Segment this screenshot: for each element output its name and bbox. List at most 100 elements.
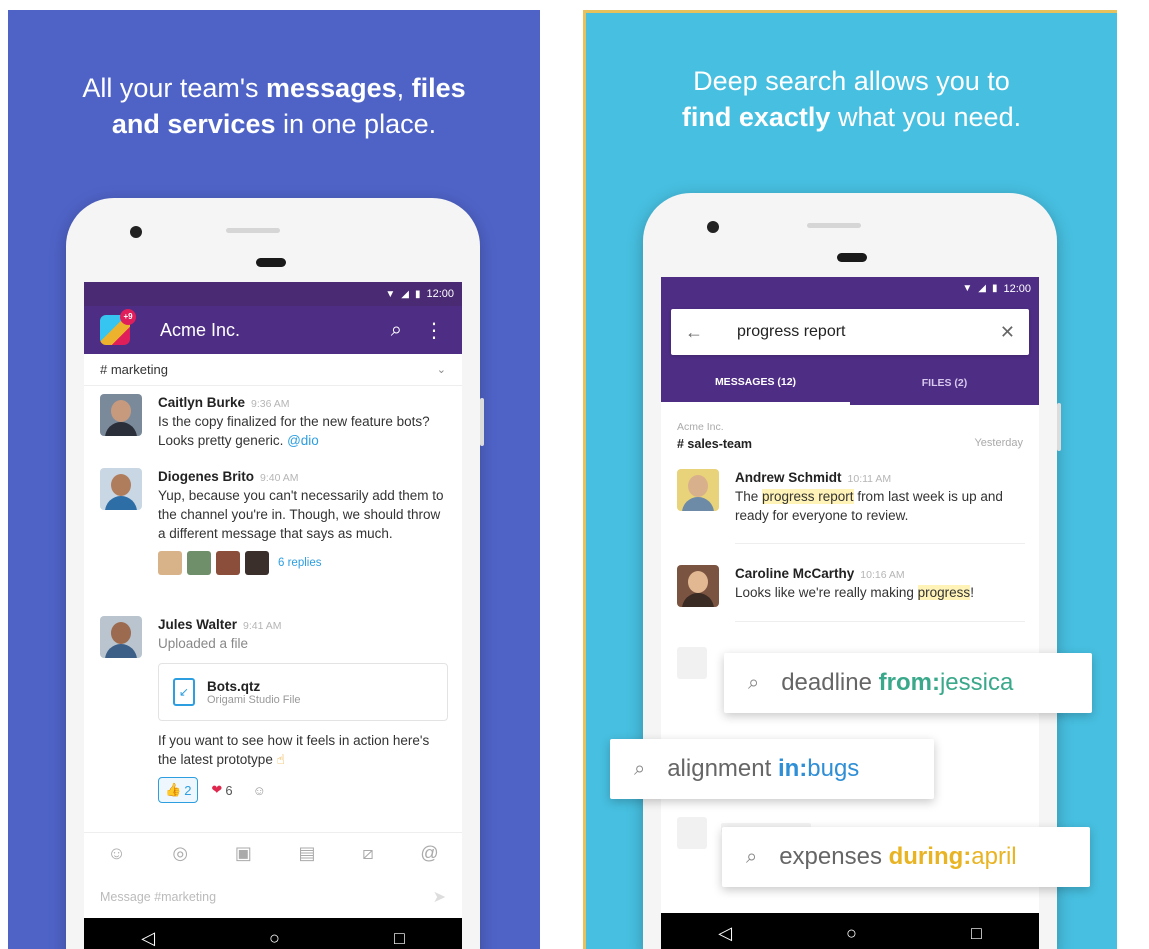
file-icon[interactable]: ▤ — [299, 843, 316, 864]
speaker-slot — [226, 228, 280, 233]
result-date: Yesterday — [974, 437, 1023, 449]
thumbs-up-icon: 👍 — [165, 782, 182, 797]
photo-icon[interactable]: ▣ — [235, 843, 252, 864]
team-name: Acme Inc. — [160, 319, 241, 340]
signal-icon: ◢ — [978, 283, 986, 294]
add-reaction-button[interactable]: ☺ — [246, 777, 273, 803]
recents-icon[interactable]: □ — [971, 923, 982, 944]
left-phone-frame: ▼ ◢ ▮ 12:00 +9 Acme Inc. ⌕ ⋮ # marketing… — [66, 198, 484, 949]
divider — [735, 621, 1025, 622]
status-bar: ▼ ◢ ▮ 12:00 — [84, 282, 462, 306]
tab-messages[interactable]: MESSAGES (12) — [661, 361, 850, 405]
divider — [735, 543, 1025, 544]
mention-link[interactable]: @dio — [287, 433, 319, 448]
message-author[interactable]: Caitlyn Burke — [158, 395, 245, 410]
file-type: Origami Studio File — [207, 693, 301, 706]
left-headline: All your team's messages, files and serv… — [82, 73, 466, 139]
message-item[interactable]: Jules Walter 9:41 AM Uploaded a file ↙ Bo… — [100, 616, 448, 803]
file-attachment[interactable]: ↙ Bots.qtz Origami Studio File — [158, 663, 448, 721]
battery-icon: ▮ — [414, 288, 421, 300]
search-suggestion-chip[interactable]: ⌕ deadline from: jessica — [724, 653, 1092, 713]
message-author[interactable]: Caroline McCarthy — [735, 566, 854, 581]
recents-icon[interactable]: □ — [394, 928, 405, 949]
wifi-icon: ▼ — [962, 283, 973, 294]
more-menu-icon[interactable]: ⋮ — [424, 318, 444, 343]
mention-icon[interactable]: @ — [420, 843, 438, 864]
android-nav-bar: ◁ ○ □ — [84, 918, 462, 949]
message-author[interactable]: Andrew Schmidt — [735, 470, 842, 485]
channel-name: # marketing — [100, 362, 168, 377]
left-promo-panel: All your team's messages, files and serv… — [8, 10, 540, 949]
send-icon[interactable]: ➤ — [433, 887, 446, 907]
clear-icon[interactable]: ✕ — [1000, 322, 1015, 343]
search-tabs: MESSAGES (12) FILES (2) — [661, 361, 1039, 405]
back-icon[interactable]: ◁ — [718, 923, 732, 944]
search-highlight: progress — [917, 585, 971, 600]
earpiece — [256, 258, 286, 267]
message-time: 9:40 AM — [260, 472, 299, 484]
message-input[interactable]: Message #marketing ➤ — [84, 876, 462, 918]
slash-command-icon[interactable]: ⧄ — [362, 843, 373, 864]
message-item[interactable]: Caitlyn Burke 9:36 AM Is the copy finaliz… — [100, 394, 448, 450]
volume-button — [1057, 403, 1061, 451]
file-name: Bots.qtz — [207, 678, 261, 694]
message-time: 9:36 AM — [251, 398, 290, 410]
back-arrow-icon[interactable]: ← — [685, 322, 703, 343]
avatar[interactable] — [677, 469, 719, 511]
back-icon[interactable]: ◁ — [141, 928, 155, 949]
camera-icon[interactable]: ◎ — [172, 843, 188, 864]
replies-link[interactable]: 6 replies — [278, 557, 321, 569]
speaker-slot — [807, 223, 861, 228]
result-channel: # sales-team — [677, 437, 753, 451]
message-text: Looks like we're really making progress! — [735, 585, 974, 600]
search-icon: ⌕ — [746, 845, 758, 868]
search-bar[interactable]: ← progress report ✕ — [671, 309, 1029, 355]
file-icon: ↙ — [173, 678, 195, 706]
status-time: 12:00 — [1003, 283, 1031, 295]
team-icon[interactable]: +9 — [100, 309, 136, 345]
message-text: If you want to see how it feels in actio… — [158, 733, 430, 767]
signal-icon: ◢ — [401, 288, 409, 300]
home-icon[interactable]: ○ — [846, 923, 857, 944]
search-result[interactable]: Caroline McCarthy 10:16 AM Looks like we'… — [677, 565, 1025, 607]
channel-header[interactable]: # marketing ⌄ — [84, 354, 462, 386]
wifi-icon: ▼ — [385, 288, 396, 300]
chevron-down-icon[interactable]: ⌄ — [437, 363, 446, 376]
volume-button — [480, 398, 484, 446]
search-suggestion-chip[interactable]: ⌕ alignment in: bugs — [610, 739, 934, 799]
avatar[interactable] — [100, 394, 142, 436]
message-author[interactable]: Diogenes Brito — [158, 469, 254, 484]
android-nav-bar: ◁ ○ □ — [661, 913, 1039, 949]
message-author[interactable]: Jules Walter — [158, 617, 237, 632]
reaction-heart[interactable]: ❤ 6 — [204, 777, 239, 803]
avatar[interactable] — [100, 616, 142, 658]
status-time: 12:00 — [426, 288, 454, 300]
avatar[interactable] — [100, 468, 142, 510]
reaction-thumbs-up[interactable]: 👍 2 — [158, 777, 199, 803]
avatar — [216, 551, 240, 575]
avatar — [187, 551, 211, 575]
result-team: Acme Inc. — [677, 421, 724, 433]
message-text: Uploaded a file — [158, 636, 249, 651]
search-suggestion-chip[interactable]: ⌕ expenses during: april — [722, 827, 1090, 887]
emoji-icon[interactable]: ☺ — [107, 843, 125, 864]
home-icon[interactable]: ○ — [269, 928, 280, 949]
message-input-placeholder: Message #marketing — [100, 890, 217, 904]
message-time: 9:41 AM — [243, 620, 282, 632]
heart-icon: ❤ — [211, 782, 223, 797]
search-input[interactable]: progress report — [737, 323, 1000, 341]
message-item[interactable]: Diogenes Brito 9:40 AM Yup, because you c… — [100, 468, 448, 575]
right-promo-panel: Deep search allows you to find exactly w… — [583, 10, 1117, 949]
search-result[interactable]: Andrew Schmidt 10:11 AM The progress repo… — [677, 469, 1025, 525]
search-icon: ⌕ — [748, 671, 760, 694]
composer-toolbar: ☺ ◎ ▣ ▤ ⧄ @ — [84, 832, 462, 874]
battery-icon: ▮ — [991, 283, 998, 294]
team-badge: +9 — [120, 309, 136, 325]
add-emoji-icon: ☺ — [252, 782, 266, 798]
result-channel-header[interactable]: # sales-team Yesterday — [677, 437, 1023, 451]
thread-replies[interactable]: 6 replies — [158, 551, 448, 575]
message-text: The progress report from last week is up… — [735, 489, 1003, 523]
search-icon[interactable]: ⌕ — [391, 319, 402, 342]
avatar[interactable] — [677, 565, 719, 607]
tab-files[interactable]: FILES (2) — [850, 361, 1039, 405]
